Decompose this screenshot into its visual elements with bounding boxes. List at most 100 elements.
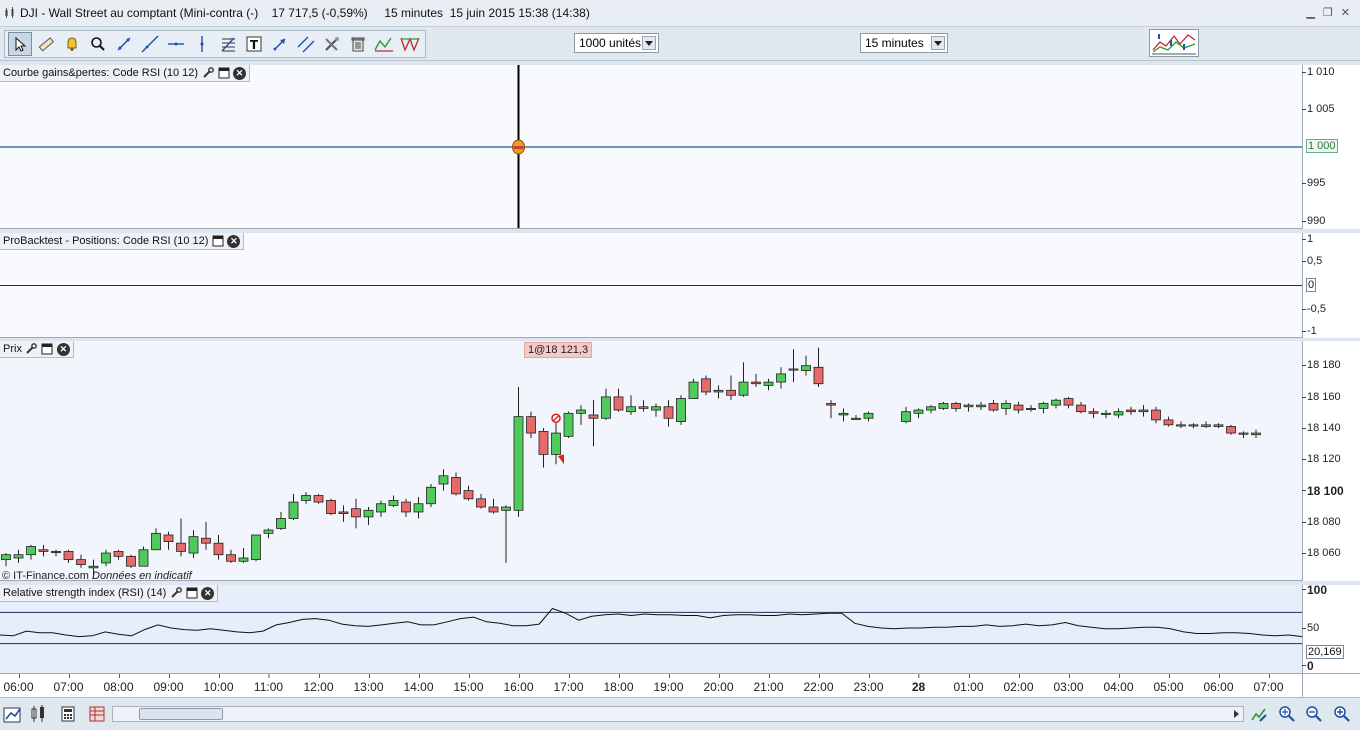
scrollbar-thumb[interactable] [139, 708, 223, 720]
chart-settings-button[interactable] [1248, 703, 1270, 725]
candle [388, 495, 399, 508]
candle-body-up [1001, 403, 1011, 409]
wrench-icon[interactable] [25, 343, 38, 356]
channel-tool[interactable] [294, 32, 318, 56]
candle-body-up [513, 416, 524, 511]
drawing-tools: T [4, 30, 426, 58]
positions-panel-title: ProBacktest - Positions: Code RSI (10 12… [3, 235, 209, 247]
candle [688, 378, 699, 399]
candle-body-down [488, 506, 499, 513]
candle [188, 530, 199, 558]
copyright-note: © IT-Finance.com Données en indicatif [2, 570, 192, 581]
close-panel-icon[interactable]: ✕ [201, 586, 215, 600]
candle-body-up [1101, 412, 1111, 415]
wrench-icon[interactable] [201, 67, 214, 80]
candle-body-down [1151, 409, 1161, 421]
time-tick-label: 01:00 [953, 674, 984, 694]
restore-icon[interactable]: ❐ [1323, 6, 1333, 19]
scroll-right-button[interactable] [1228, 706, 1244, 722]
time-tick-label: 05:00 [1153, 674, 1184, 694]
candle [1026, 405, 1036, 412]
candle [126, 554, 136, 568]
data-disclaimer: Données en indicatif [92, 570, 192, 581]
arrow-tool[interactable] [268, 32, 292, 56]
fibonacci-icon [221, 37, 235, 52]
timeframe-select[interactable]: 15 minutes [860, 33, 948, 53]
window-icon[interactable] [211, 235, 224, 248]
window-icon[interactable] [41, 343, 54, 356]
delete-tool[interactable] [346, 32, 370, 56]
calculator-button[interactable] [57, 703, 79, 725]
horizontal-line-tool[interactable] [164, 32, 188, 56]
zigzag-icon [374, 37, 393, 52]
window-icon[interactable] [217, 67, 230, 80]
candle-body-down [988, 403, 999, 411]
candle-body-up [26, 546, 36, 556]
svg-text:T: T [250, 38, 259, 52]
time-tick-label: 07:00 [1253, 674, 1284, 694]
auto-scroll-button[interactable] [2, 703, 24, 725]
zoom-fit-button[interactable] [1276, 703, 1298, 725]
candle-body-up [1113, 411, 1124, 416]
candle [1113, 408, 1124, 419]
properties-tool[interactable] [320, 32, 344, 56]
candle [1201, 421, 1211, 429]
time-scrollbar[interactable] [112, 706, 1244, 722]
candle-body-down [751, 381, 761, 385]
alert-tool[interactable] [60, 32, 84, 56]
zoom-tool[interactable] [86, 32, 110, 56]
candle [213, 534, 224, 560]
candle-body-up [238, 557, 249, 562]
vertical-line-tool[interactable] [190, 32, 214, 56]
candle-body-down [538, 431, 549, 455]
candle-body-up [426, 486, 436, 505]
equity-axis: 1 010 1 005 1 000 995 990 [1301, 65, 1360, 229]
candle [751, 373, 761, 388]
pattern-tool[interactable] [398, 32, 422, 56]
window-icon[interactable] [185, 587, 198, 600]
zigzag-tool[interactable] [372, 32, 396, 56]
line-tool[interactable] [138, 32, 162, 56]
candle [301, 492, 311, 504]
segment-tool[interactable] [112, 32, 136, 56]
trash-icon [351, 37, 365, 52]
time-tick-label: 09:00 [153, 674, 184, 694]
fibonacci-tool[interactable] [216, 32, 240, 56]
candle [1051, 398, 1061, 409]
zoom-in-icon [1334, 706, 1350, 722]
ruler-tool[interactable] [34, 32, 58, 56]
candle [326, 498, 336, 516]
cursor-icon [15, 36, 27, 52]
close-panel-icon[interactable]: ✕ [227, 234, 241, 248]
candle-body-up [438, 475, 449, 485]
candle [113, 549, 124, 560]
candle [763, 378, 774, 391]
rsi-current-value-badge: 20,169 [1306, 645, 1344, 659]
zoom-in-button[interactable] [1331, 703, 1353, 725]
candle [288, 493, 299, 521]
price-axis: 18 180 18 160 18 140 18 120 18 100 18 08… [1302, 341, 1360, 581]
chart-type-button[interactable] [28, 703, 50, 725]
data-table-button[interactable] [86, 703, 108, 725]
units-select[interactable]: 1000 unités [574, 33, 659, 53]
close-panel-icon[interactable]: ✕ [56, 342, 70, 356]
candle [1063, 396, 1074, 409]
arrow-icon [273, 38, 286, 51]
close-panel-icon[interactable]: ✕ [233, 66, 247, 80]
add-indicator-button[interactable] [1149, 29, 1199, 57]
candle [63, 549, 74, 563]
chevron-down-icon[interactable] [931, 36, 945, 50]
candle [788, 349, 799, 383]
minimize-icon[interactable]: ▁ [1306, 6, 1314, 19]
candle [13, 549, 24, 563]
wrench-icon[interactable] [169, 587, 182, 600]
cursor-tool[interactable] [8, 32, 32, 56]
close-window-icon[interactable]: ✕ [1341, 6, 1350, 19]
zoom-out-button[interactable] [1303, 703, 1325, 725]
text-tool[interactable]: T [242, 32, 266, 56]
time-axis: 06:00 07:00 08:00 09:00 10:00 11:00 12:00 13:00… [0, 673, 1302, 697]
chevron-down-icon[interactable] [642, 36, 656, 50]
candle [1088, 408, 1099, 419]
candle [626, 395, 636, 415]
candle [563, 411, 574, 438]
